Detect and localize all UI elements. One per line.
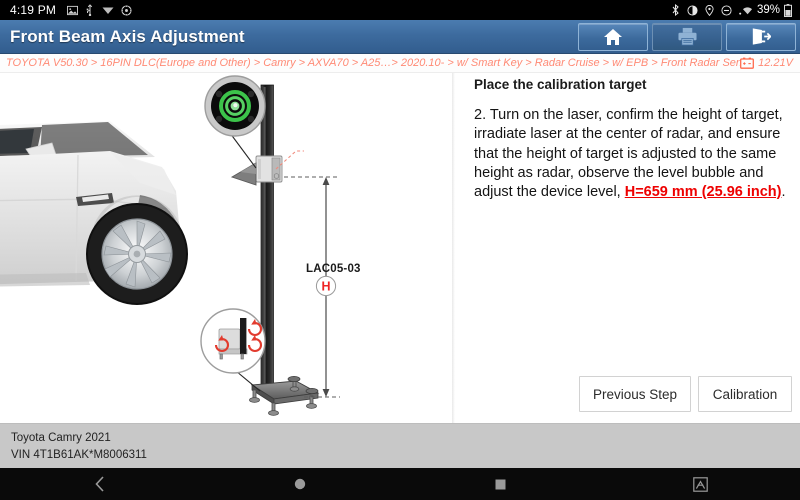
vehicle-info-footer: Toyota Camry 2021 VIN 4T1B61AK*M8006311 bbox=[0, 423, 800, 468]
status-clock: 4:19 PM bbox=[10, 3, 57, 17]
nav-back-button[interactable] bbox=[0, 476, 200, 492]
exit-icon bbox=[751, 27, 772, 46]
settings-icon bbox=[121, 4, 132, 16]
battery-icon bbox=[784, 3, 792, 17]
base-adjuster-detail bbox=[200, 308, 266, 374]
instruction-body: 2. Turn on the laser, confirm the height… bbox=[474, 106, 792, 202]
wifi-icon bbox=[739, 5, 753, 16]
vpn-icon bbox=[102, 5, 114, 15]
vehicle-vin: VIN 4T1B61AK*M8006311 bbox=[11, 448, 147, 461]
voltage-value: 12.21V bbox=[758, 57, 793, 69]
exit-button[interactable] bbox=[726, 22, 796, 51]
nav-home-button[interactable] bbox=[200, 478, 400, 490]
screenshot-icon bbox=[692, 476, 708, 492]
device-label: LAC05-03 bbox=[306, 263, 361, 275]
base-plate bbox=[249, 376, 320, 416]
panel-divider bbox=[452, 73, 455, 423]
vehicle-photo bbox=[0, 121, 188, 305]
illustration-panel: H LAC05-03 bbox=[0, 73, 452, 423]
page-title: Front Beam Axis Adjustment bbox=[10, 26, 245, 46]
status-left-icons bbox=[67, 4, 132, 17]
home-button[interactable] bbox=[578, 22, 648, 51]
print-button[interactable] bbox=[652, 22, 722, 51]
svg-text:H: H bbox=[321, 280, 330, 294]
height-highlight: H=659 mm (25.96 inch) bbox=[624, 184, 782, 201]
do-not-disturb-icon bbox=[721, 4, 732, 16]
breadcrumb-bar: TOYOTA V50.30 > 16PIN DLC(Europe and Oth… bbox=[0, 54, 800, 73]
image-icon bbox=[67, 5, 79, 16]
height-dimension-line: H bbox=[284, 176, 340, 398]
instruction-title: Place the calibration target bbox=[474, 77, 647, 92]
laser-level-pole: H bbox=[200, 75, 340, 416]
vehicle-name: Toyota Camry 2021 bbox=[11, 432, 111, 444]
status-right-icons bbox=[671, 3, 753, 17]
nav-screenshot-button[interactable] bbox=[600, 476, 800, 492]
location-icon bbox=[705, 4, 714, 16]
instruction-text-after: . bbox=[781, 184, 786, 201]
printer-icon bbox=[677, 27, 698, 46]
instruction-panel: Place the calibration target 2. Turn on … bbox=[462, 73, 800, 423]
brightness-icon bbox=[687, 4, 698, 16]
nav-recents-button[interactable] bbox=[400, 479, 600, 490]
android-status-bar: 4:19 PM 39% bbox=[0, 0, 800, 20]
main-content: H LAC05-03 Place the calibration target … bbox=[0, 73, 800, 423]
bluetooth-icon bbox=[671, 3, 680, 17]
title-bar-buttons bbox=[574, 20, 800, 53]
circle-icon bbox=[294, 478, 306, 490]
action-buttons: Previous Step Calibration bbox=[462, 376, 792, 412]
battery-percent: 39% bbox=[756, 4, 780, 16]
bubble-level-detail bbox=[204, 75, 266, 137]
voltage-indicator: 12.21V bbox=[740, 57, 793, 69]
usb-icon bbox=[85, 4, 95, 17]
tablet-screen: 4:19 PM 39% Front Beam Axis Adjustment T… bbox=[0, 0, 800, 500]
vehicle-battery-icon bbox=[740, 57, 755, 69]
calibration-button[interactable]: Calibration bbox=[698, 376, 792, 412]
app-title-bar: Front Beam Axis Adjustment bbox=[0, 20, 800, 54]
previous-step-button[interactable]: Previous Step bbox=[578, 376, 691, 412]
square-icon bbox=[495, 479, 506, 490]
home-icon bbox=[603, 28, 623, 46]
android-nav-bar bbox=[0, 468, 800, 500]
breadcrumb: TOYOTA V50.30 > 16PIN DLC(Europe and Oth… bbox=[6, 57, 741, 69]
chevron-left-icon bbox=[94, 476, 107, 492]
